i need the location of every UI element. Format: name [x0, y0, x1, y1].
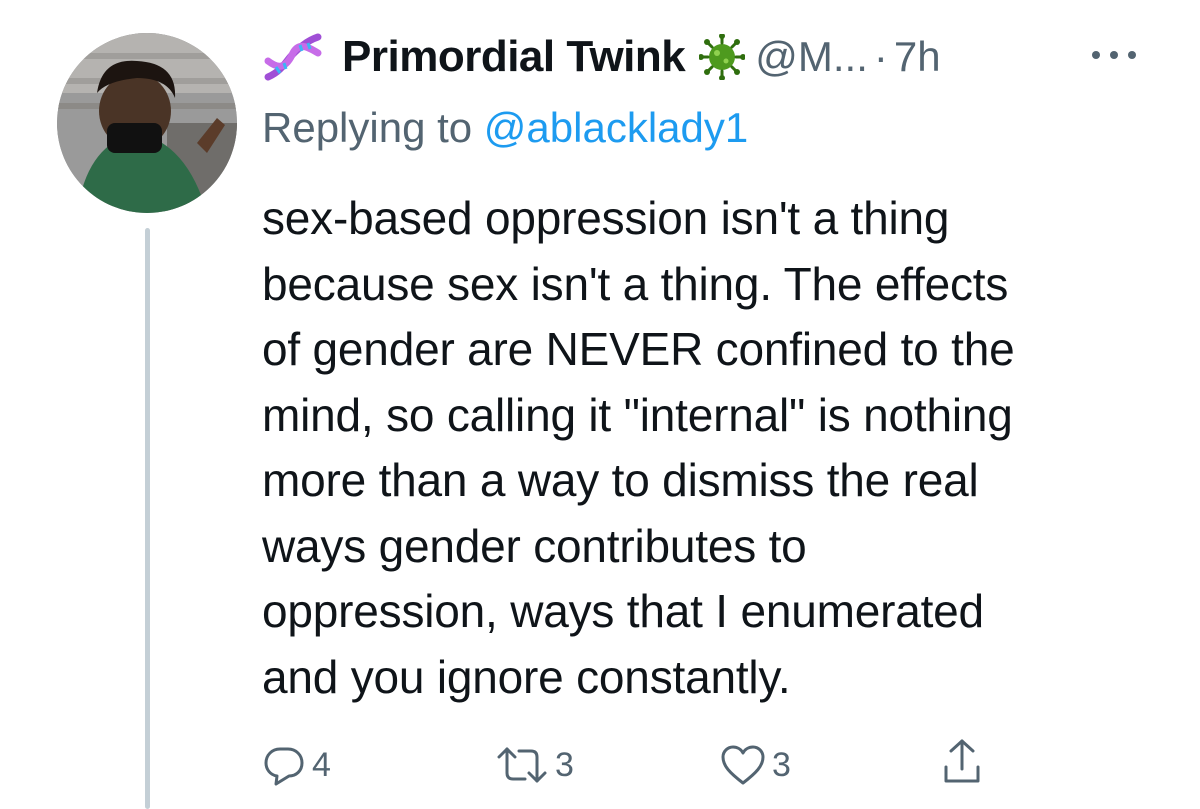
reply-context: Replying to @ablacklady1 [262, 104, 748, 152]
reply-icon [264, 747, 304, 786]
retweet-count: 3 [555, 745, 574, 784]
reply-count: 4 [312, 745, 331, 784]
tweet-header: Primordial Twink @M... · 7h [262, 26, 1182, 88]
reply-prefix: Replying to [262, 104, 484, 151]
tweet-actions: 4 3 3 [0, 735, 1200, 795]
thread-line [145, 228, 150, 809]
reply-mention-link[interactable]: @ablacklady1 [484, 104, 748, 151]
retweet-button[interactable]: 3 [495, 743, 574, 787]
heart-icon [721, 745, 765, 785]
timestamp[interactable]: 7h [894, 33, 941, 81]
like-button[interactable]: 3 [720, 743, 791, 787]
share-icon [944, 739, 980, 783]
reply-button[interactable]: 4 [262, 743, 331, 787]
share-button[interactable] [940, 737, 984, 787]
avatar[interactable] [57, 33, 237, 213]
handle[interactable]: @M... [755, 33, 868, 81]
more-options-icon[interactable] [1088, 40, 1140, 70]
display-name[interactable]: Primordial Twink [342, 32, 686, 82]
separator-dot: · [873, 33, 888, 80]
virus-icon [699, 34, 746, 80]
dna-icon [264, 33, 322, 81]
retweet-icon [497, 747, 547, 783]
tweet-text: sex-based oppression isn't a thing becau… [262, 192, 1015, 703]
like-count: 3 [772, 745, 791, 784]
